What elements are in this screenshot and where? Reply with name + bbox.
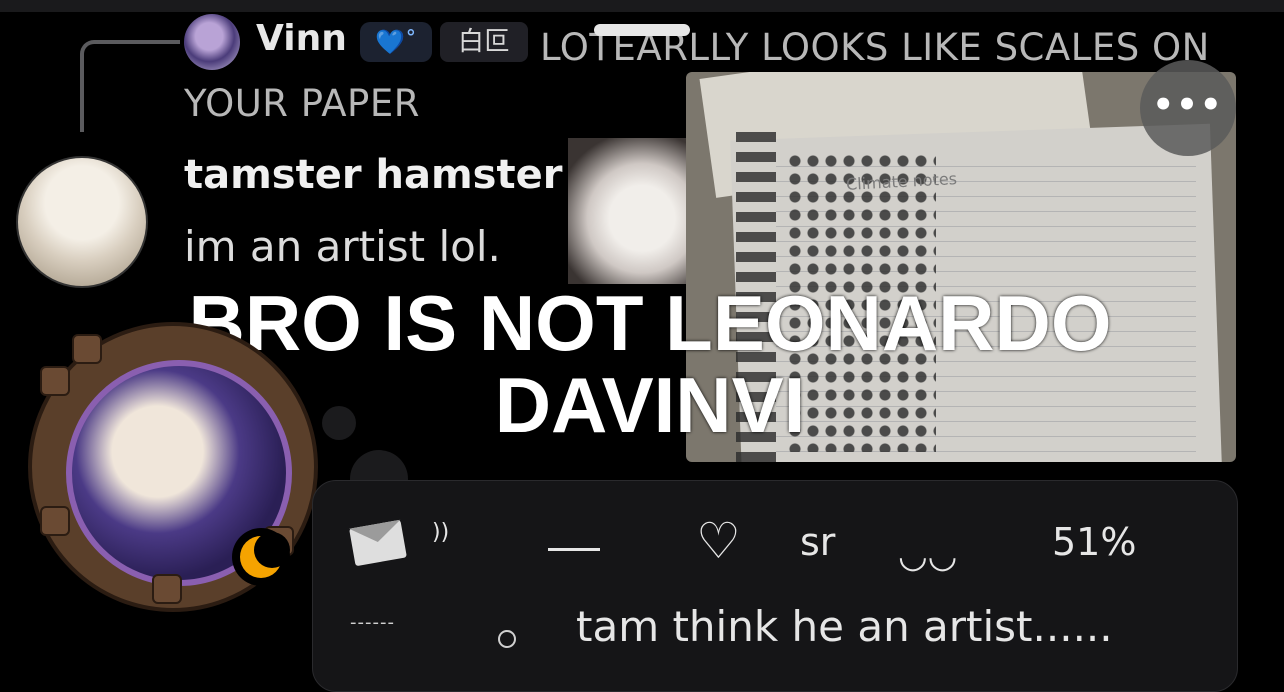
circle-icon bbox=[498, 630, 516, 648]
moon-status-icon bbox=[232, 528, 290, 586]
frame-bead bbox=[40, 506, 70, 536]
dash-divider bbox=[548, 548, 600, 551]
status-sr: sr bbox=[800, 520, 836, 564]
status-dashes: ------ bbox=[350, 612, 395, 633]
smile-icon: ◡◡ bbox=[898, 536, 958, 576]
notch-pill bbox=[594, 24, 690, 36]
thought-bubble-dot bbox=[322, 406, 356, 440]
reply-tag: 白叵 bbox=[440, 22, 528, 62]
status-note: tam think he an artist...... bbox=[576, 602, 1113, 651]
status-percent: 51% bbox=[1052, 520, 1137, 564]
reply-connector bbox=[80, 40, 180, 132]
heart-icon: ♡ bbox=[696, 512, 741, 570]
status-card[interactable] bbox=[312, 480, 1238, 692]
frame-bead bbox=[72, 334, 102, 364]
message-author[interactable]: tamster hamster bbox=[184, 152, 562, 198]
frame-bead bbox=[152, 574, 182, 604]
message-text: im an artist lol. bbox=[184, 222, 501, 271]
user-avatar[interactable] bbox=[16, 156, 148, 288]
more-options-button[interactable]: ••• bbox=[1140, 60, 1236, 156]
sound-marks: )) bbox=[432, 520, 450, 545]
heart-gem-icon: 💙˚ bbox=[360, 22, 432, 62]
reply-author[interactable]: Vinn bbox=[256, 18, 347, 59]
frame-bead bbox=[40, 366, 70, 396]
device-frame-top bbox=[0, 0, 1284, 12]
